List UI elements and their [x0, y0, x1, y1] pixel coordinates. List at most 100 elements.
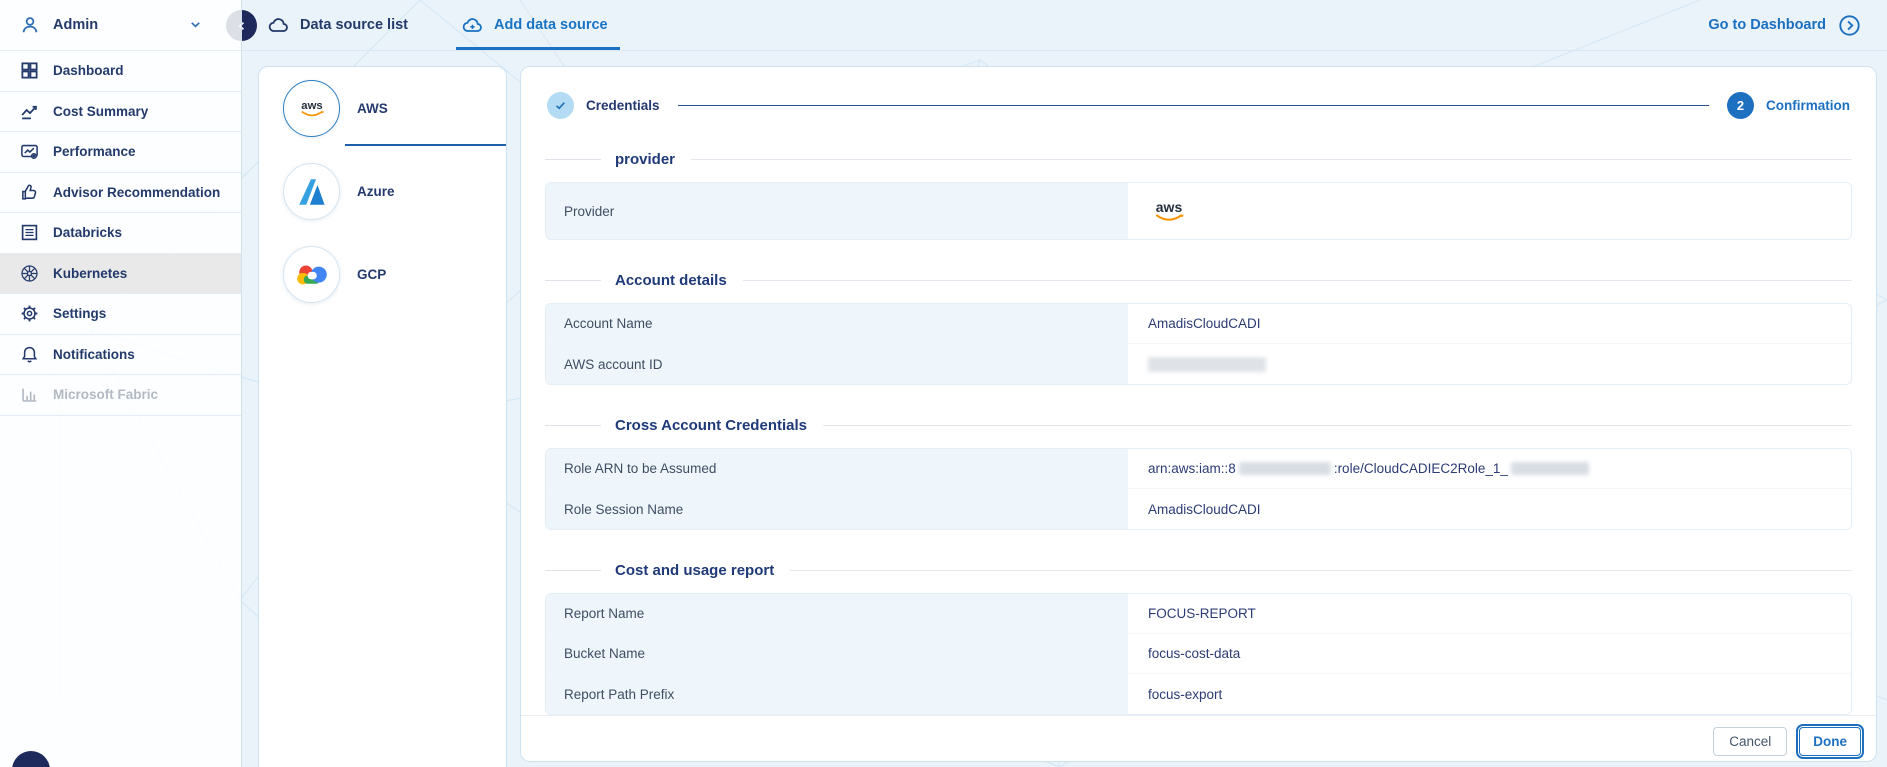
sidebar-item-icon: [20, 102, 39, 121]
provider-logo-icon: [295, 175, 329, 209]
provider-option-label: GCP: [357, 267, 387, 282]
redacted-value: [1510, 462, 1589, 475]
section-divider: [742, 280, 1852, 281]
form-footer: Cancel Done: [521, 715, 1876, 767]
section-title: provider: [615, 151, 676, 168]
field-value: FOCUS-REPORT: [1128, 594, 1851, 633]
tab-icon: [268, 15, 289, 36]
user-icon: [20, 15, 40, 35]
step-label: Confirmation: [1766, 98, 1850, 113]
step-credentials: Credentials: [547, 92, 660, 119]
provider-logo-icon: [295, 263, 329, 287]
provider-panel: aws AWS Azure GCP: [258, 66, 507, 767]
sidebar-item-label: Settings: [53, 306, 107, 322]
field-label: Role ARN to be Assumed: [546, 449, 1129, 488]
section-rows: Provider aws: [545, 182, 1852, 240]
provider-option[interactable]: aws AWS: [259, 67, 506, 150]
section-divider: [545, 570, 601, 571]
section-title: Account details: [615, 272, 727, 289]
field-value: focus-export: [1128, 674, 1851, 714]
admin-menu[interactable]: Admin: [0, 0, 241, 50]
section-title: Cost and usage report: [615, 562, 775, 579]
form-row: AWS account ID: [546, 344, 1851, 384]
field-value: AmadisCloudCADI: [1128, 304, 1851, 343]
field-label: Role Session Name: [546, 489, 1129, 529]
section-divider: [790, 570, 1852, 571]
svg-text:aws: aws: [1156, 199, 1183, 215]
sidebar-item[interactable]: Performance: [0, 132, 241, 173]
tab[interactable]: Add data source: [456, 0, 620, 50]
form-sections: provider Provider aws Account details Ac…: [521, 119, 1876, 715]
step-done-circle: [547, 92, 574, 119]
form-row: Bucket Name focus-cost-data: [546, 634, 1851, 674]
sidebar-item[interactable]: Notifications: [0, 335, 241, 375]
arrow-right-circle-icon: [1838, 14, 1861, 37]
go-to-dashboard-label: Go to Dashboard: [1708, 17, 1826, 33]
section-rows: Account Name AmadisCloudCADI AWS account…: [545, 303, 1852, 385]
provider-option-label: Azure: [357, 184, 395, 199]
provider-option[interactable]: Azure: [259, 150, 506, 233]
done-button[interactable]: Done: [1796, 724, 1864, 759]
sidebar-item[interactable]: Settings: [0, 294, 241, 335]
form-row: Role ARN to be Assumed arn:aws:iam::8:ro…: [546, 449, 1851, 489]
chevron-down-icon: [188, 17, 203, 32]
section-divider: [545, 280, 601, 281]
field-value: AmadisCloudCADI: [1128, 489, 1851, 529]
sidebar-item[interactable]: Advisor Recommendation: [0, 173, 241, 213]
section-title: Cross Account Credentials: [615, 417, 807, 434]
section-divider: [691, 159, 1852, 160]
sidebar-item-icon: [20, 142, 39, 161]
field-label: Provider: [546, 183, 1129, 239]
sidebar-item-icon: [20, 61, 39, 80]
sidebar-item-icon: [20, 304, 39, 323]
form-row: Role Session Name AmadisCloudCADI: [546, 489, 1851, 529]
field-label: Account Name: [546, 304, 1129, 343]
sidebar-item-label: Advisor Recommendation: [53, 184, 221, 200]
sidebar-item[interactable]: Cost Summary: [0, 92, 241, 132]
step-label: Credentials: [586, 98, 660, 113]
confirmation-panel: Credentials 2 Confirmation provider Prov…: [520, 66, 1877, 762]
sidebar-item-icon: [20, 183, 39, 202]
field-value: [1128, 344, 1851, 384]
stepper-connector: [677, 105, 1709, 106]
field-label: AWS account ID: [546, 344, 1129, 384]
section-divider: [545, 425, 601, 426]
section-header: Cost and usage report: [545, 562, 1852, 579]
section-rows: Report Name FOCUS-REPORT Bucket Name foc…: [545, 593, 1852, 715]
field-label: Report Path Prefix: [546, 674, 1129, 714]
provider-logo-circle: aws: [283, 80, 340, 137]
sidebar-item-label: Kubernetes: [53, 265, 128, 281]
form-row: Report Path Prefix focus-export: [546, 674, 1851, 714]
sidebar-menu: Dashboard Cost Summary Performance Advis…: [0, 50, 241, 416]
redacted-value: [1148, 356, 1267, 372]
provider-option[interactable]: GCP: [259, 233, 506, 316]
section-divider: [823, 425, 1852, 426]
redacted-value: [1238, 462, 1331, 475]
sidebar-item-icon: [20, 345, 39, 364]
cancel-button[interactable]: Cancel: [1713, 727, 1788, 756]
sidebar-item[interactable]: Microsoft Fabric: [0, 375, 241, 416]
sidebar-item[interactable]: Databricks: [0, 213, 241, 254]
field-label: Report Name: [546, 594, 1129, 633]
check-icon: [553, 98, 568, 113]
provider-logo-circle: [283, 163, 340, 220]
sidebar-item-label: Databricks: [53, 225, 123, 241]
go-to-dashboard-link[interactable]: Go to Dashboard: [1708, 14, 1861, 37]
sidebar-item-label: Dashboard: [53, 63, 124, 79]
tab-label: Add data source: [494, 17, 608, 33]
sidebar-item-icon: [20, 223, 39, 242]
field-value: focus-cost-data: [1128, 634, 1851, 673]
form-section: Cross Account Credentials Role ARN to be…: [545, 417, 1852, 530]
tab[interactable]: Data source list: [264, 0, 412, 50]
sidebar-item-label: Performance: [53, 144, 136, 160]
sidebar-item-label: Notifications: [53, 346, 135, 362]
sidebar: Admin Dashboard Cost Summary Performance…: [0, 0, 242, 767]
form-row: Report Name FOCUS-REPORT: [546, 594, 1851, 634]
sidebar-item[interactable]: Dashboard: [0, 51, 241, 92]
app-window: Admin Dashboard Cost Summary Performance…: [0, 0, 1887, 767]
tab-label: Data source list: [300, 17, 408, 33]
sidebar-item-label: Microsoft Fabric: [53, 387, 159, 403]
sidebar-item[interactable]: Kubernetes: [0, 253, 241, 294]
content-area: aws AWS Azure GCP Credentials 2 Confirma…: [242, 51, 1887, 767]
section-header: Cross Account Credentials: [545, 417, 1852, 434]
